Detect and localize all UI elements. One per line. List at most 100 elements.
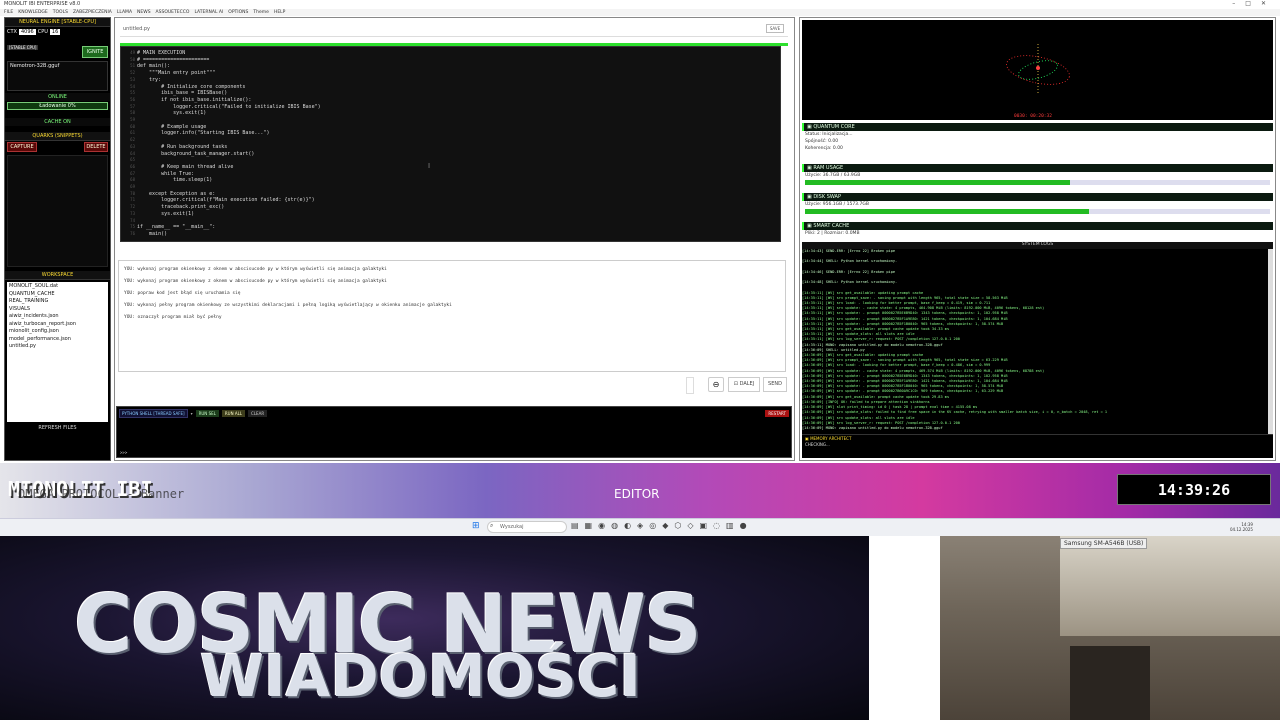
taskbar-search[interactable]: Wyszukaj [487,521,567,533]
menu-item[interactable]: KNOWLEDGE [18,10,47,15]
line-number: 73 [130,210,135,216]
ram-title: RAM USAGE [813,165,844,171]
window-controls[interactable]: –□✕ [1232,0,1276,7]
python-shell[interactable]: PYTHON SHELL [THREAD SAFE] ▾ RUN SEL RUN… [116,406,792,458]
menu-bar: FILE KNOWLEDGE TOOLS ZABEZPIECZENIA LLAMA NEW… [0,9,1280,16]
ram-value: Użycie: 36.7GB / 63.9GB [805,173,861,178]
cpu-input[interactable]: 16 [49,29,61,35]
taskbar-clock[interactable]: 14:39 04.12.2025 [1230,522,1253,532]
menu-item[interactable]: OPTIONS [228,10,248,15]
model-selector[interactable]: Nemotron-32B.gguf [7,61,108,91]
menu-item[interactable]: ZABEZPIECZENIA [73,10,112,15]
workspace-file[interactable]: aiwiz_turbocan_report.json [9,321,106,329]
code-line[interactable]: while True: [137,171,194,177]
editor-tab[interactable]: untitled.py [120,22,788,37]
menu-item[interactable]: LATERNAL AI [194,10,223,15]
log-line: [14:36:09] MONO: zapisano untitled.py do… [802,425,943,430]
workspace-file-list[interactable]: MONOLIT_SOUL.dat QUANTUM_CACHE REAL_TRAINI… [7,282,108,422]
shell-dropdown-icon[interactable]: ▾ [191,411,193,416]
code-line[interactable]: main() [137,231,167,237]
code-line[interactable]: # MAIN EXECUTION [137,50,185,56]
code-line[interactable]: sys.exit(1) [137,110,206,116]
code-line[interactable]: """Main entry point""" [137,70,215,76]
camera-label: Samsung SM-A546B (USB) [1060,538,1148,549]
quarks-header: QUARKS (SNIPPETS) [5,132,110,141]
run-all-button[interactable]: RUN ALL [221,410,246,417]
menu-item[interactable]: Theme [253,10,269,15]
refresh-files-button[interactable]: REFRESH FILES [5,425,110,431]
send-button[interactable]: SEND [763,377,787,392]
smart-cache-title: SMART CACHE [813,223,850,229]
line-number: 62 [130,137,135,143]
menu-item[interactable]: ASSOUETECCO [156,10,190,15]
code-editor[interactable]: 49 # MAIN EXECUTION 50 # ==================… [120,46,781,242]
snippets-list[interactable] [7,155,108,267]
code-line[interactable]: # Run background tasks [137,144,227,150]
ignite-button[interactable]: IGNITE [82,46,108,58]
run-selection-button[interactable]: RUN SEL [195,410,219,417]
code-line[interactable]: if __name__ == "__main__": [137,224,215,230]
logs-scrollbar[interactable] [1268,249,1273,434]
dalej-button[interactable]: ⊡ DALEJ [728,377,760,392]
ctx-input[interactable]: 4096 [18,29,36,35]
stable-cpu-badge: [STABLE CPU] [7,44,39,50]
feed-divider [869,536,940,720]
chat-message: YOU: popraw kod jest błąd się uruchamia … [124,291,241,296]
quantum-core-header: ▣ QUANTUM CORE [802,123,1273,131]
line-number: 54 [130,83,135,89]
workspace-file[interactable]: model_performance.json [9,336,106,344]
code-line[interactable]: def main(): [137,63,170,69]
code-line[interactable]: logger.critical("Failed to initialize IB… [137,104,321,110]
start-icon[interactable]: ⊞ [472,521,482,531]
ram-header: ▣ RAM USAGE [802,164,1273,172]
code-line[interactable]: ibis_base = IBISBase() [137,90,227,96]
menu-item[interactable]: NEWS [137,10,151,15]
code-line[interactable]: logger.info("Starting IBIS Base...") [137,130,269,136]
code-line[interactable]: # Keep main thread alive [137,164,233,170]
restart-button[interactable]: RESTART [765,410,789,417]
line-number: 75 [130,224,135,230]
code-line[interactable]: logger.critical(f"Main execution failed:… [137,197,315,203]
workspace-file[interactable]: QUANTUM_CACHE [9,291,106,299]
menu-item[interactable]: LLAMA [117,10,132,15]
cpu-label: CPU [37,29,48,35]
stop-icon[interactable]: ⊖ [708,377,724,392]
capture-button[interactable]: CAPTURE [7,142,37,152]
system-logs[interactable]: [14:34:43] SEND-ERR: [Errno 22] Broken p… [802,249,1268,434]
workspace-file[interactable]: mionolit_config.json [9,328,106,336]
workspace-file[interactable]: VISUALS [9,306,106,314]
system-logs-header: SYSTEM LOGS [802,242,1273,249]
workspace-file[interactable]: REAL_TRAINING [9,298,106,306]
menu-item[interactable]: FILE [4,10,13,15]
chat-log: YOU: wykonaj program okienkowy z oknem w… [118,260,786,372]
memory-architect-panel: ▣ MEMORY ARCHITECT CHECKING... [802,434,1273,458]
clear-button[interactable]: CLEAR [248,410,268,417]
menu-item[interactable]: HELP [274,10,285,15]
window-title: MONOLIT IBI ENTERPRISE v8.0 [0,0,1280,9]
code-line[interactable]: # Initialize core components [137,84,245,90]
line-number: 57 [130,103,135,109]
quantum-core-panel: ▣ QUANTUM CORE Status: Inicjalizacja... … [802,123,1273,152]
workspace-header: WORKSPACE [5,271,110,280]
code-line[interactable]: time.sleep(1) [137,177,212,183]
code-line[interactable]: # Example usage [137,124,206,130]
taskbar-app-icons[interactable]: ▤▦◉◍◐◈◎◆⬡◇▣◌▥● [571,521,753,530]
workspace-file[interactable]: aiwiz_incidents.json [9,313,106,321]
line-number: 63 [130,143,135,149]
code-line[interactable]: # ====================== [137,57,209,63]
code-line[interactable]: background_task_manager.start() [137,151,254,157]
code-line[interactable]: try: [137,77,161,83]
delete-button[interactable]: DELETE [84,142,108,152]
line-number: 72 [130,204,135,210]
workspace-file[interactable]: MONOLIT_SOUL.dat [9,283,106,291]
code-line[interactable]: sys.exit(1) [137,211,194,217]
code-line[interactable]: if not ibis_base.initialize(): [137,97,251,103]
code-line[interactable]: except Exception as e: [137,191,215,197]
scroll-indicator[interactable] [686,377,694,394]
line-number: 59 [130,117,135,122]
code-line[interactable]: traceback.print_exc() [137,204,224,210]
save-button[interactable]: SAVE [766,24,784,33]
shell-prompt: >>> [120,450,128,455]
workspace-file[interactable]: untitled.py [9,343,106,351]
menu-item[interactable]: TOOLS [53,10,68,15]
